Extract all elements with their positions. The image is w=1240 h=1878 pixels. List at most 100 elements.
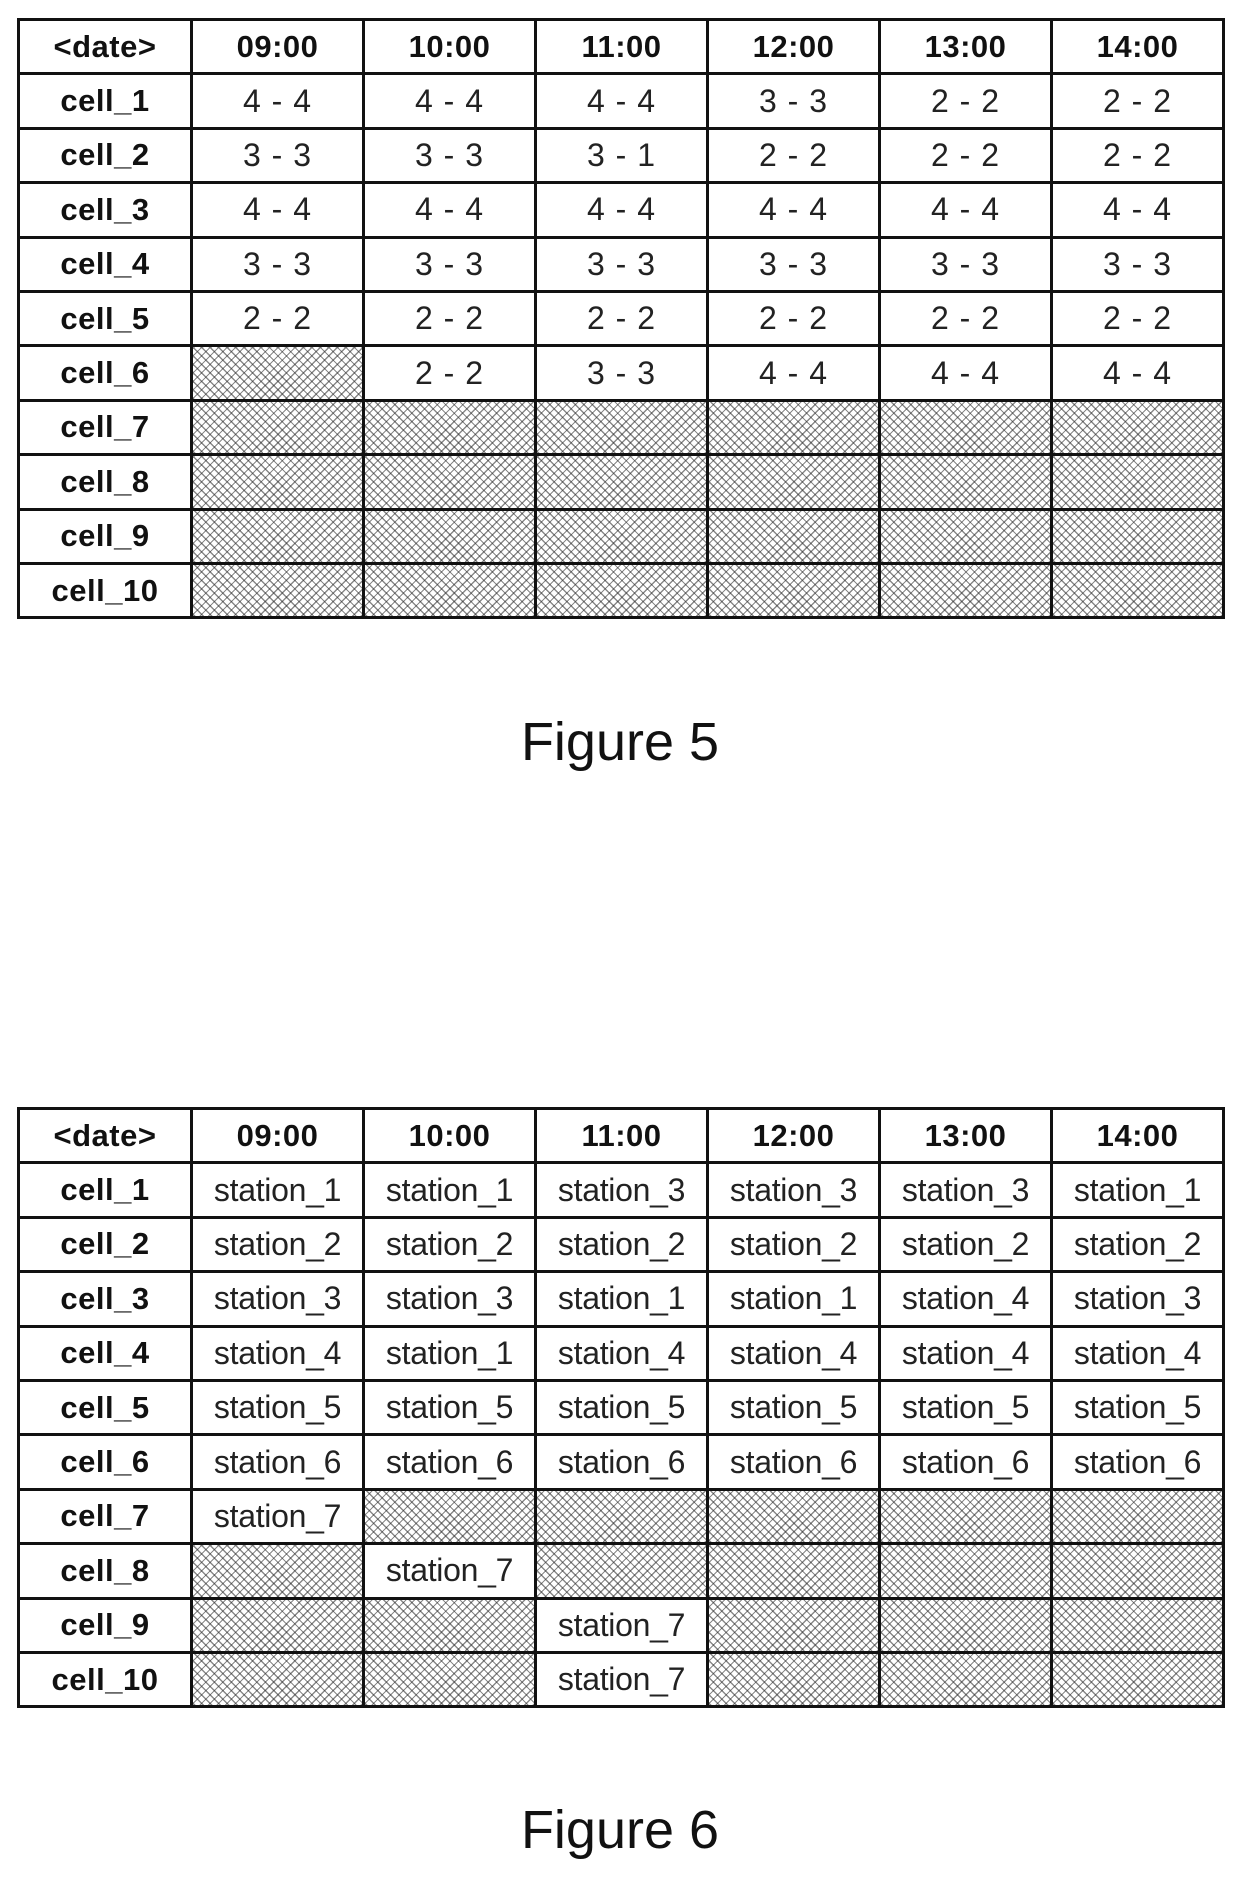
empty-hatched-cell [878, 1596, 1053, 1654]
value-cell: station_6 [362, 1433, 537, 1491]
value-cell: 2 - 2 [878, 289, 1053, 348]
empty-hatched-cell [534, 453, 709, 511]
value-cell: station_3 [190, 1270, 365, 1328]
value-cell: station_3 [1050, 1270, 1225, 1328]
column-header-time: 14:00 [1050, 17, 1225, 76]
row-label-cell: cell_7 [17, 1487, 193, 1546]
empty-hatched-cell [362, 1596, 537, 1654]
empty-hatched-cell [362, 453, 537, 511]
empty-hatched-cell [878, 453, 1053, 511]
empty-hatched-cell [706, 561, 881, 620]
empty-hatched-cell [1050, 453, 1225, 511]
value-cell: 2 - 2 [190, 289, 365, 348]
value-cell: station_2 [706, 1215, 881, 1274]
table-row: cell_7 [17, 398, 1225, 457]
row-label-cell: cell_4 [17, 1324, 193, 1382]
column-header-time: 10:00 [362, 1106, 537, 1165]
table-row: cell_1 4 - 44 - 44 - 43 - 32 - 22 - 2 [17, 72, 1225, 130]
table-row: cell_8 [17, 453, 1225, 511]
empty-hatched-cell [1050, 1650, 1225, 1709]
figure-6-body: cell_1 station_1 station_1 station_3 station… [17, 1161, 1225, 1709]
row-label-cell: cell_8 [17, 1542, 193, 1600]
row-label-cell: cell_9 [17, 507, 193, 565]
empty-hatched-cell [706, 507, 881, 565]
value-cell: station_2 [1050, 1215, 1225, 1274]
value-cell: 3 - 3 [1050, 235, 1225, 293]
value-cell: station_5 [706, 1378, 881, 1437]
column-header-time: 09:00 [190, 1106, 365, 1165]
value-cell: 3 - 3 [534, 235, 709, 293]
column-header-time: 12:00 [706, 1106, 881, 1165]
header-row: <date> 09:00 10:00 11:00 12:00 13:00 14:00 [17, 1106, 1225, 1165]
figure-6-caption: Figure 6 [520, 1800, 720, 1860]
value-cell: 4 - 4 [362, 181, 537, 239]
column-header-time: 09:00 [190, 17, 365, 76]
empty-hatched-cell [878, 561, 1053, 620]
empty-hatched-cell [706, 1487, 881, 1546]
value-cell: station_5 [190, 1378, 365, 1437]
value-cell: 4 - 4 [190, 181, 365, 239]
column-header-time: 14:00 [1050, 1106, 1225, 1165]
value-cell: station_1 [706, 1270, 881, 1328]
value-cell: 4 - 4 [878, 181, 1053, 239]
value-cell: 4 - 4 [362, 72, 537, 130]
empty-hatched-cell [534, 398, 709, 457]
empty-hatched-cell [190, 1650, 365, 1709]
value-cell: station_7 [362, 1542, 537, 1600]
empty-hatched-cell [362, 561, 537, 620]
column-header-time: 11:00 [534, 1106, 709, 1165]
value-cell: station_2 [534, 1215, 709, 1274]
header-row: <date> 09:00 10:00 11:00 12:00 13:00 14:00 [17, 17, 1225, 76]
empty-hatched-cell [534, 561, 709, 620]
value-cell: station_6 [190, 1433, 365, 1491]
value-cell: 3 - 3 [706, 72, 881, 130]
value-cell: station_4 [706, 1324, 881, 1382]
empty-hatched-cell [706, 398, 881, 457]
row-label-cell: cell_3 [17, 181, 193, 239]
empty-hatched-cell [190, 344, 365, 402]
value-cell: 4 - 4 [534, 181, 709, 239]
row-label-cell: cell_6 [17, 1433, 193, 1491]
value-cell: 3 - 3 [362, 126, 537, 185]
table-row: cell_4 station_4 station_1 station_4 station… [17, 1324, 1225, 1382]
value-cell: station_5 [534, 1378, 709, 1437]
value-cell: 4 - 4 [706, 181, 881, 239]
empty-hatched-cell [878, 1542, 1053, 1600]
value-cell: 2 - 2 [878, 72, 1053, 130]
value-cell: station_4 [190, 1324, 365, 1382]
empty-hatched-cell [878, 1650, 1053, 1709]
empty-hatched-cell [1050, 1596, 1225, 1654]
empty-hatched-cell [706, 1542, 881, 1600]
table-row: cell_5 station_5 station_5 station_5 station… [17, 1378, 1225, 1437]
column-header-time: 11:00 [534, 17, 709, 76]
figure-5-schedule-table: <date> 09:00 10:00 11:00 12:00 13:00 14:00 cel… [17, 17, 1225, 620]
value-cell: station_1 [1050, 1161, 1225, 1219]
empty-hatched-cell [190, 1596, 365, 1654]
table-row: cell_3 4 - 44 - 44 - 44 - 44 - 44 - 4 [17, 181, 1225, 239]
value-cell: station_4 [1050, 1324, 1225, 1382]
empty-hatched-cell [190, 507, 365, 565]
table-row: cell_3 station_3 station_3 station_1 station… [17, 1270, 1225, 1328]
empty-hatched-cell [190, 398, 365, 457]
value-cell: station_4 [878, 1270, 1053, 1328]
value-cell: 2 - 2 [878, 126, 1053, 185]
value-cell: station_3 [362, 1270, 537, 1328]
figure-5-header: <date> 09:00 10:00 11:00 12:00 13:00 14:00 [17, 17, 1225, 76]
table-row: cell_4 3 - 33 - 33 - 33 - 33 - 33 - 3 [17, 235, 1225, 293]
value-cell: station_3 [534, 1161, 709, 1219]
row-label-cell: cell_5 [17, 289, 193, 348]
corner-header-date: <date> [17, 17, 193, 76]
corner-header-date: <date> [17, 1106, 193, 1165]
row-label-cell: cell_1 [17, 72, 193, 130]
figure-5-caption: Figure 5 [520, 712, 720, 772]
empty-hatched-cell [1050, 1487, 1225, 1546]
empty-hatched-cell [190, 561, 365, 620]
value-cell: 2 - 2 [362, 344, 537, 402]
value-cell: 2 - 2 [706, 126, 881, 185]
row-label-cell: cell_2 [17, 126, 193, 185]
value-cell: 4 - 4 [1050, 344, 1225, 402]
value-cell: 3 - 1 [534, 126, 709, 185]
value-cell: station_1 [190, 1161, 365, 1219]
value-cell: station_1 [534, 1270, 709, 1328]
value-cell: station_3 [706, 1161, 881, 1219]
